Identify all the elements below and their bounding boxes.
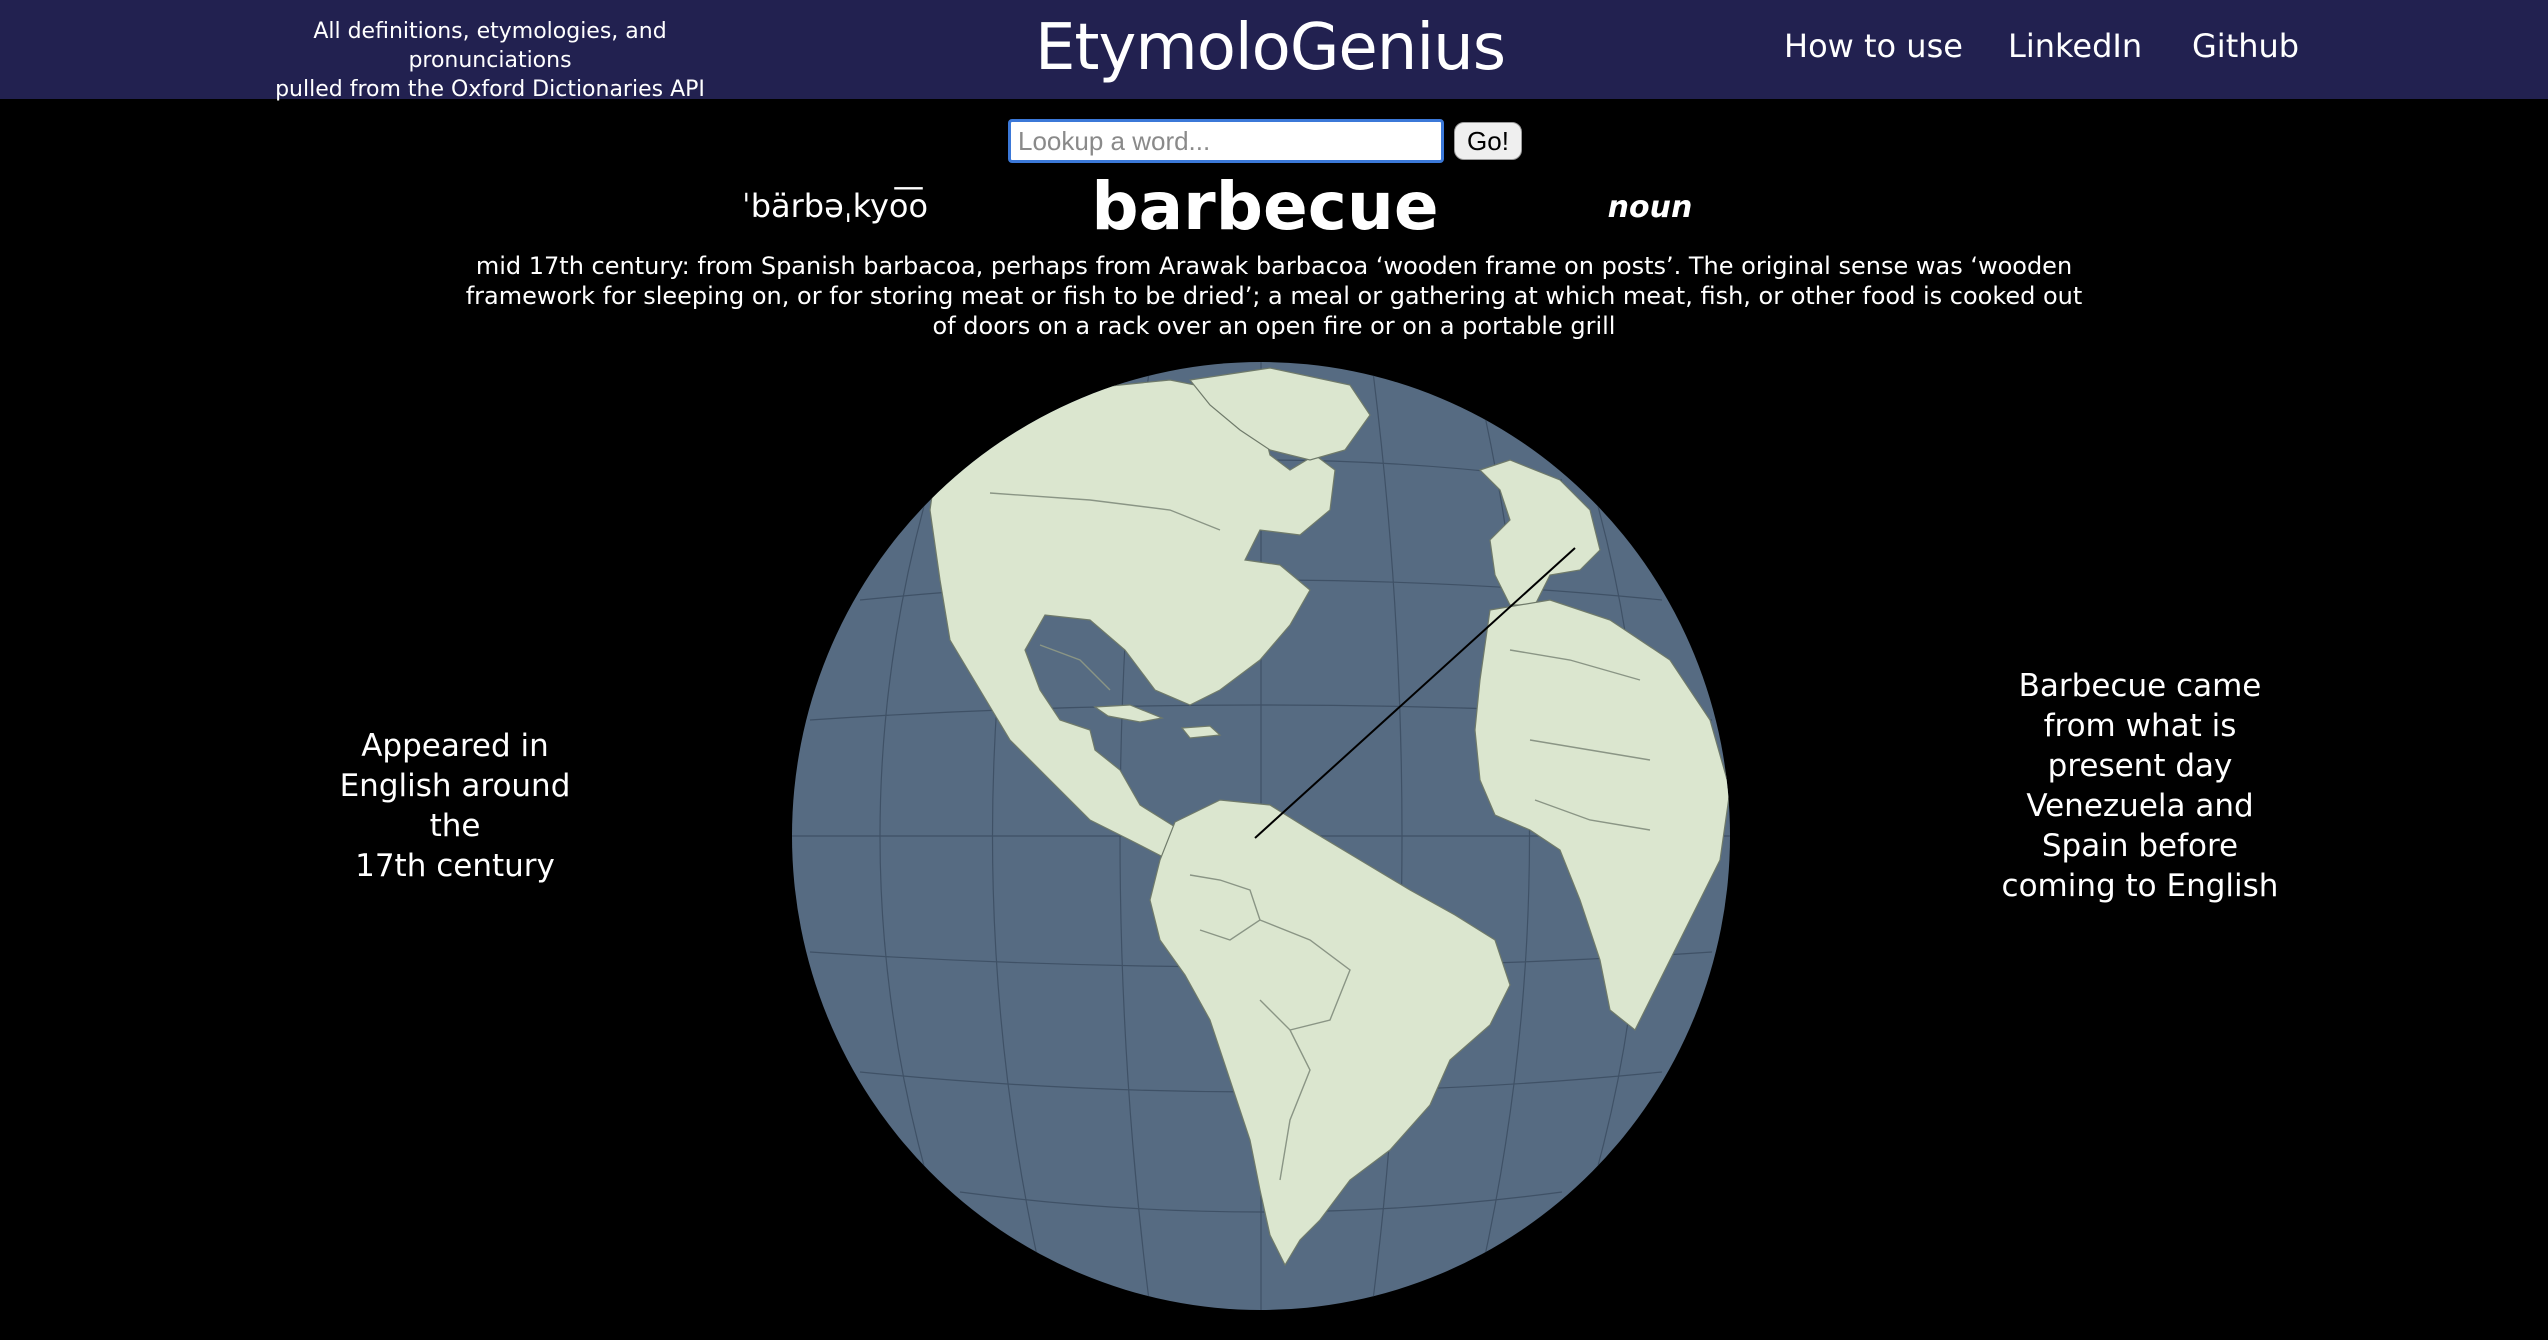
header-bar: All definitions, etymologies, and pronun… — [0, 0, 2548, 102]
origin-route-line4: Venezuela and — [2026, 788, 2254, 824]
origin-route-note: Barbecue came from what is present day V… — [1990, 666, 2290, 906]
site-logo[interactable]: EtymoloGenius — [1010, 6, 1530, 90]
nav-github[interactable]: Github — [2192, 24, 2299, 68]
origin-date-line1: Appeared in — [361, 728, 549, 764]
origin-route-line6: coming to English — [2001, 868, 2279, 904]
page: All definitions, etymologies, and pronun… — [0, 0, 2548, 1340]
part-of-speech: noun — [1607, 190, 1693, 225]
origin-route-line1: Barbecue came — [2018, 668, 2262, 704]
nav-linkedin[interactable]: LinkedIn — [2008, 24, 2142, 68]
pronunciation: ˈbärbəˌkyo͞o — [741, 187, 929, 225]
go-button[interactable]: Go! — [1454, 122, 1522, 160]
word-title: barbecue — [1091, 168, 1439, 245]
origin-route-line3: present day — [2047, 748, 2233, 784]
origin-date-note: Appeared in English around the 17th cent… — [310, 726, 600, 886]
origin-route-line2: from what is — [2043, 708, 2237, 744]
api-credit: All definitions, etymologies, and pronun… — [240, 17, 740, 104]
search-input[interactable] — [1008, 119, 1444, 163]
api-credit-line2: pulled from the Oxford Dictionaries API — [275, 77, 705, 102]
origin-route-line5: Spain before — [2041, 828, 2239, 864]
nav-how-to-use[interactable]: How to use — [1784, 24, 1963, 68]
origin-date-line3: 17th century — [355, 848, 555, 884]
api-credit-line1: All definitions, etymologies, and pronun… — [313, 19, 667, 73]
origin-date-line2: English around the — [339, 768, 571, 844]
etymology-text: mid 17th century: from Spanish barbacoa,… — [465, 252, 2083, 340]
globe-map[interactable] — [790, 360, 1734, 1312]
